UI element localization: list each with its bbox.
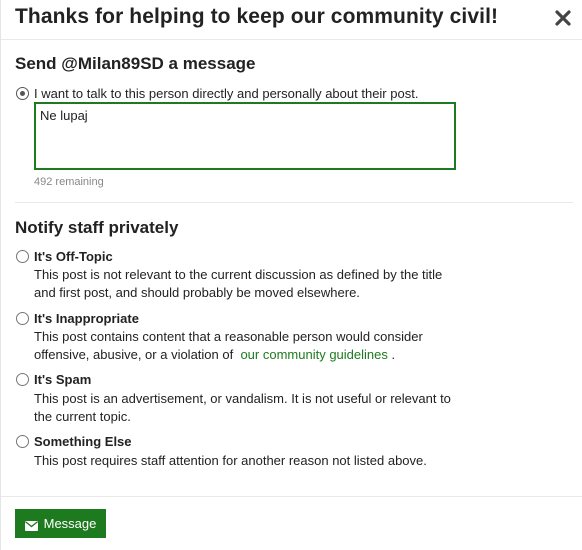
off-topic-title[interactable]: It's Off-Topic	[34, 249, 113, 264]
community-guidelines-link[interactable]: our community guidelines	[240, 347, 387, 362]
flag-modal: Thanks for helping to keep our community…	[0, 0, 582, 550]
message-user-radio[interactable]	[16, 87, 29, 100]
something-else-title[interactable]: Something Else	[34, 434, 132, 449]
send-message-button[interactable]: Message	[15, 509, 106, 538]
inappropriate-description: This post contains content that a reason…	[34, 328, 454, 364]
off-topic-radio[interactable]	[16, 250, 29, 263]
staff-section-heading: Notify staff privately	[15, 218, 179, 237]
section-divider	[15, 202, 573, 203]
something-else-description: This post requires staff attention for a…	[34, 453, 427, 468]
inappropriate-description-end: .	[391, 347, 396, 362]
inappropriate-title[interactable]: It's Inappropriate	[34, 311, 139, 326]
off-topic-description: This post is not relevant to the current…	[34, 267, 443, 300]
message-textarea[interactable]: Ne lupaj	[34, 102, 456, 170]
spam-description: This post is an advertisement, or vandal…	[34, 391, 451, 424]
close-icon[interactable]	[553, 8, 573, 28]
modal-header: Thanks for helping to keep our community…	[1, 0, 582, 40]
remaining-count: 492 remaining	[34, 176, 104, 188]
send-message-label: Message	[43, 516, 97, 531]
inappropriate-radio[interactable]	[16, 312, 29, 325]
modal-title: Thanks for helping to keep our community…	[15, 5, 499, 28]
spam-radio[interactable]	[16, 373, 29, 386]
message-section-heading: Send @Milan89SD a message	[15, 54, 256, 73]
something-else-radio[interactable]	[16, 435, 29, 448]
envelope-icon	[24, 519, 38, 531]
spam-title[interactable]: It's Spam	[34, 372, 91, 387]
message-user-label[interactable]: I want to talk to this person directly a…	[34, 86, 418, 101]
